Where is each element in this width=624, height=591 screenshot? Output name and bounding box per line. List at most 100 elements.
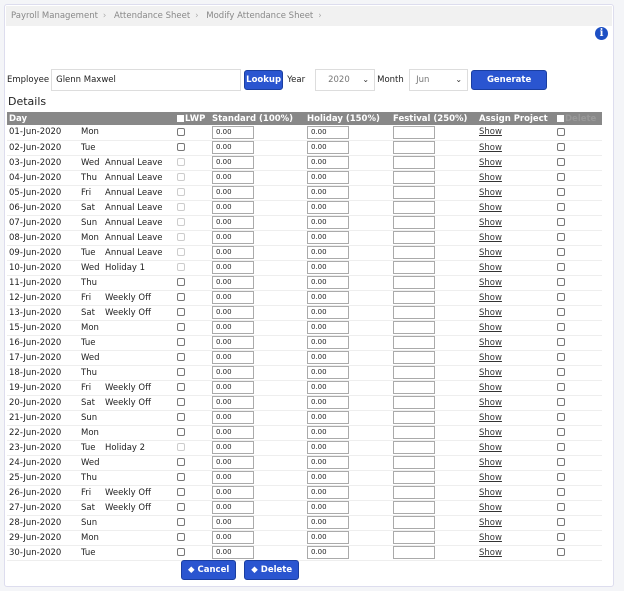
standard-input[interactable]: 0.00 bbox=[212, 291, 254, 304]
lwp-checkbox[interactable] bbox=[177, 263, 185, 271]
delete-button[interactable]: ◆ Delete bbox=[244, 560, 300, 580]
standard-input[interactable]: 0.00 bbox=[212, 156, 254, 169]
lookup-button[interactable]: Lookup bbox=[244, 70, 284, 90]
festival-input[interactable] bbox=[393, 426, 435, 439]
show-link[interactable]: Show bbox=[479, 518, 502, 528]
show-link[interactable]: Show bbox=[479, 533, 502, 543]
delete-checkbox[interactable] bbox=[557, 218, 565, 226]
lwp-checkbox[interactable] bbox=[177, 443, 185, 451]
show-link[interactable]: Show bbox=[479, 443, 502, 453]
standard-input[interactable]: 0.00 bbox=[212, 501, 254, 514]
holiday-input[interactable]: 0.00 bbox=[307, 381, 349, 394]
festival-input[interactable] bbox=[393, 186, 435, 199]
show-link[interactable]: Show bbox=[479, 458, 502, 468]
lwp-checkbox[interactable] bbox=[177, 308, 185, 316]
lwp-checkbox[interactable] bbox=[177, 338, 185, 346]
standard-input[interactable]: 0.00 bbox=[212, 471, 254, 484]
festival-input[interactable] bbox=[393, 321, 435, 334]
lwp-checkbox[interactable] bbox=[177, 353, 185, 361]
holiday-input[interactable]: 0.00 bbox=[307, 516, 349, 529]
delete-checkbox[interactable] bbox=[557, 428, 565, 436]
standard-input[interactable]: 0.00 bbox=[212, 516, 254, 529]
holiday-input[interactable]: 0.00 bbox=[307, 471, 349, 484]
lwp-checkbox[interactable] bbox=[177, 473, 185, 481]
standard-input[interactable]: 0.00 bbox=[212, 306, 254, 319]
holiday-input[interactable]: 0.00 bbox=[307, 125, 349, 139]
year-select[interactable]: 2020 ⌄ bbox=[315, 69, 376, 91]
festival-input[interactable] bbox=[393, 351, 435, 364]
delete-checkbox[interactable] bbox=[557, 127, 565, 136]
delete-checkbox[interactable] bbox=[557, 263, 565, 271]
delete-checkbox[interactable] bbox=[557, 188, 565, 196]
lwp-checkbox[interactable] bbox=[177, 458, 185, 466]
holiday-input[interactable]: 0.00 bbox=[307, 501, 349, 514]
festival-input[interactable] bbox=[393, 246, 435, 259]
show-link[interactable]: Show bbox=[479, 308, 502, 318]
holiday-input[interactable]: 0.00 bbox=[307, 426, 349, 439]
holiday-input[interactable]: 0.00 bbox=[307, 441, 349, 454]
standard-input[interactable]: 0.00 bbox=[212, 141, 254, 154]
holiday-input[interactable]: 0.00 bbox=[307, 546, 349, 559]
show-link[interactable]: Show bbox=[479, 293, 502, 303]
festival-input[interactable] bbox=[393, 336, 435, 349]
delete-checkbox[interactable] bbox=[557, 548, 565, 556]
delete-checkbox[interactable] bbox=[557, 203, 565, 211]
festival-input[interactable] bbox=[393, 546, 435, 559]
crumb-payroll[interactable]: Payroll Management bbox=[11, 11, 98, 21]
show-link[interactable]: Show bbox=[479, 158, 502, 168]
standard-input[interactable]: 0.00 bbox=[212, 246, 254, 259]
lwp-checkbox[interactable] bbox=[177, 127, 185, 136]
lwp-checkbox[interactable] bbox=[177, 173, 185, 181]
lwp-checkbox[interactable] bbox=[177, 533, 185, 541]
lwp-checkbox[interactable] bbox=[177, 548, 185, 556]
show-link[interactable]: Show bbox=[479, 488, 502, 498]
festival-input[interactable] bbox=[393, 441, 435, 454]
festival-input[interactable] bbox=[393, 125, 435, 139]
festival-input[interactable] bbox=[393, 471, 435, 484]
delete-checkbox[interactable] bbox=[557, 278, 565, 286]
festival-input[interactable] bbox=[393, 216, 435, 229]
standard-input[interactable]: 0.00 bbox=[212, 321, 254, 334]
delete-checkbox[interactable] bbox=[557, 308, 565, 316]
info-icon[interactable]: i bbox=[595, 27, 608, 40]
show-link[interactable]: Show bbox=[479, 323, 502, 333]
festival-input[interactable] bbox=[393, 396, 435, 409]
standard-input[interactable]: 0.00 bbox=[212, 411, 254, 424]
holiday-input[interactable]: 0.00 bbox=[307, 366, 349, 379]
show-link[interactable]: Show bbox=[479, 218, 502, 228]
holiday-input[interactable]: 0.00 bbox=[307, 411, 349, 424]
standard-input[interactable]: 0.00 bbox=[212, 336, 254, 349]
show-link[interactable]: Show bbox=[479, 353, 502, 363]
lwp-checkbox[interactable] bbox=[177, 188, 185, 196]
show-link[interactable]: Show bbox=[479, 173, 502, 183]
delete-checkbox[interactable] bbox=[557, 488, 565, 496]
lwp-checkbox[interactable] bbox=[177, 488, 185, 496]
delete-checkbox[interactable] bbox=[557, 248, 565, 256]
show-link[interactable]: Show bbox=[479, 188, 502, 198]
festival-input[interactable] bbox=[393, 261, 435, 274]
delete-checkbox[interactable] bbox=[557, 383, 565, 391]
show-link[interactable]: Show bbox=[479, 503, 502, 513]
festival-input[interactable] bbox=[393, 501, 435, 514]
standard-input[interactable]: 0.00 bbox=[212, 276, 254, 289]
delete-checkbox[interactable] bbox=[557, 503, 565, 511]
holiday-input[interactable]: 0.00 bbox=[307, 336, 349, 349]
festival-input[interactable] bbox=[393, 486, 435, 499]
delete-checkbox[interactable] bbox=[557, 233, 565, 241]
standard-input[interactable]: 0.00 bbox=[212, 186, 254, 199]
lwp-checkbox[interactable] bbox=[177, 233, 185, 241]
delete-checkbox[interactable] bbox=[557, 353, 565, 361]
lwp-all-checkbox[interactable] bbox=[177, 114, 184, 122]
holiday-input[interactable]: 0.00 bbox=[307, 456, 349, 469]
delete-checkbox[interactable] bbox=[557, 458, 565, 466]
show-link[interactable]: Show bbox=[479, 398, 502, 408]
show-link[interactable]: Show bbox=[479, 278, 502, 288]
delete-checkbox[interactable] bbox=[557, 293, 565, 301]
holiday-input[interactable]: 0.00 bbox=[307, 246, 349, 259]
lwp-checkbox[interactable] bbox=[177, 158, 185, 166]
show-link[interactable]: Show bbox=[479, 368, 502, 378]
standard-input[interactable]: 0.00 bbox=[212, 426, 254, 439]
festival-input[interactable] bbox=[393, 276, 435, 289]
show-link[interactable]: Show bbox=[479, 248, 502, 258]
holiday-input[interactable]: 0.00 bbox=[307, 291, 349, 304]
